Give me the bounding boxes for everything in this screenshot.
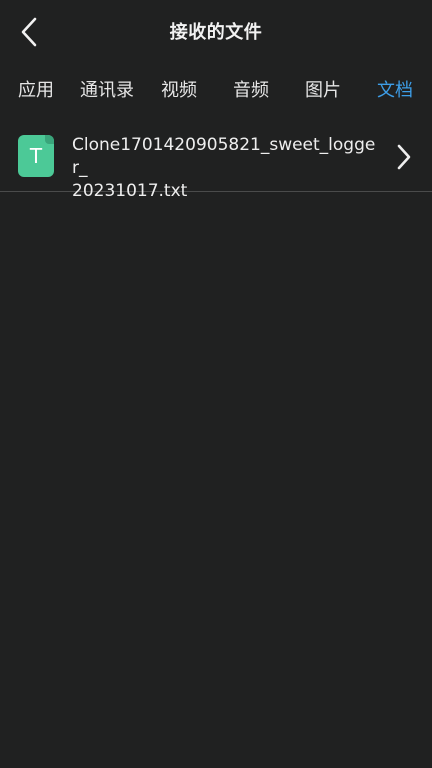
tab-audio[interactable]: 音频 — [233, 74, 269, 108]
screen: 接收的文件 应用 通讯录 视频 音频 图片 文档 T Clone17014209… — [0, 0, 432, 768]
chevron-right-icon — [392, 142, 416, 172]
file-name-line-2: 20231017.txt — [72, 181, 188, 201]
file-name: Clone1701420905821_sweet_logger_ 2023101… — [72, 134, 376, 203]
tab-documents[interactable]: 文档 — [377, 74, 413, 108]
category-tabs: 应用 通讯录 视频 音频 图片 文档 — [0, 74, 432, 108]
page-title: 接收的文件 — [169, 22, 263, 43]
tab-contacts[interactable]: 通讯录 — [80, 74, 134, 108]
file-list: T Clone1701420905821_sweet_logger_ 20231… — [0, 122, 432, 201]
file-type-letter: T — [29, 144, 43, 168]
tab-videos[interactable]: 视频 — [161, 74, 197, 108]
file-name-line-1: Clone1701420905821_sweet_logger_ — [72, 135, 376, 178]
header: 接收的文件 — [0, 0, 432, 62]
tab-apps[interactable]: 应用 — [18, 74, 54, 108]
file-list-item[interactable]: T Clone1701420905821_sweet_logger_ 20231… — [0, 122, 432, 201]
tab-images[interactable]: 图片 — [305, 74, 341, 108]
text-file-icon: T — [18, 135, 54, 177]
